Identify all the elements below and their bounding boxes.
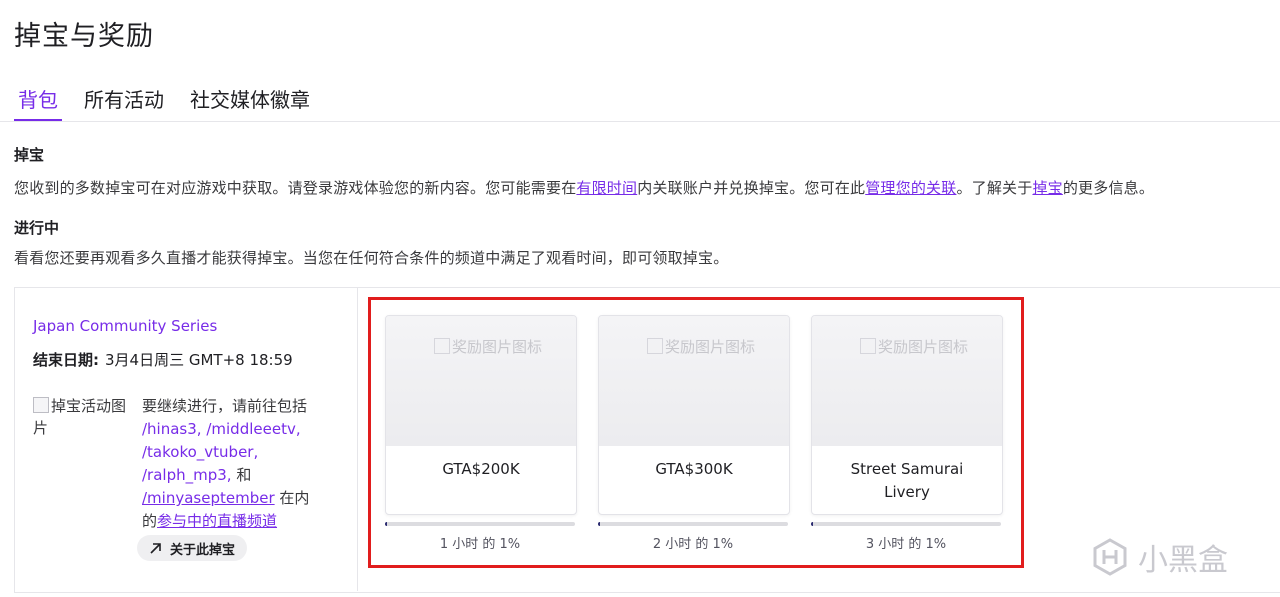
about-drop-label: 关于此掉宝 [170, 542, 236, 558]
reward-progress-fill [598, 522, 600, 526]
reward-name: GTA$300K [655, 460, 733, 478]
reward-card[interactable]: 奖励图片图标 GTA$300K [598, 315, 790, 515]
tab-inventory[interactable]: 背包 [14, 82, 62, 122]
participating-channels-link[interactable]: 参与中的直播频道 [157, 512, 277, 530]
end-date-label: 结束日期: [33, 351, 99, 369]
channel-link[interactable]: /minyaseptember [142, 489, 275, 507]
instr-mid: 在内 [274, 489, 310, 507]
reward-progress-bar [811, 522, 1001, 526]
reward-image-alt: 奖励图片图标 [452, 338, 543, 356]
reward-image: 奖励图片图标 [812, 316, 1002, 446]
reward-progress-bar [598, 522, 788, 526]
channel-link[interactable]: /hinas3, [142, 420, 202, 438]
campaign-info: Japan Community Series 结束日期: 3月4日周三 GMT+8… [14, 287, 358, 591]
xiaoheihe-logo-icon [1093, 538, 1127, 576]
manage-connections-link[interactable]: 管理您的关联 [865, 179, 956, 197]
tab-all-campaigns[interactable]: 所有活动 [80, 82, 168, 122]
instr-and: 和 [231, 466, 252, 484]
in-progress-description: 看看您还要再观看多久直播才能获得掉宝。当您在任何符合条件的频道中满足了观看时间，… [14, 249, 729, 267]
broken-image-icon [860, 338, 876, 354]
channel-link[interactable]: /middleeetv, [206, 420, 300, 438]
in-progress-heading: 进行中 [14, 219, 60, 237]
drops-desc-text-3: 。了解关于 [956, 179, 1033, 197]
broken-image-icon [647, 338, 663, 354]
reward-progress-bar [385, 522, 575, 526]
campaign-end-date: 结束日期: 3月4日周三 GMT+8 18:59 [33, 349, 293, 370]
instr-prefix: 要继续进行，请前往包括 [142, 397, 308, 415]
reward-progress-text: 1 小时 的 1% [439, 537, 521, 552]
page-title: 掉宝与奖励 [14, 21, 154, 52]
drops-desc-text-1: 您收到的多数掉宝可在对应游戏中获取。请登录游戏体验您的新内容。您可能需要在 [14, 179, 577, 197]
campaign-image: 掉宝活动图片 [33, 395, 133, 439]
arrow-up-right-icon [150, 542, 161, 554]
reward-name: Street Samurai Livery [850, 460, 964, 501]
tab-social-badges[interactable]: 社交媒体徽章 [186, 82, 314, 122]
reward-image-alt: 奖励图片图标 [665, 338, 756, 356]
drops-desc-text-4: 的更多信息。 [1062, 179, 1155, 197]
limited-time-link[interactable]: 有限时间 [576, 179, 637, 197]
channel-link[interactable]: /takoko_vtuber, [142, 443, 258, 461]
drops-heading: 掉宝 [14, 146, 45, 164]
reward-progress-text: 2 小时 的 1% [652, 537, 734, 552]
reward-image: 奖励图片图标 [386, 316, 576, 446]
drops-learn-link[interactable]: 掉宝 [1032, 179, 1062, 197]
campaign-instructions: 要继续进行，请前往包括 /hinas3, /middleeetv, /takok… [142, 395, 342, 533]
watermark-text: 小黑盒 [1138, 543, 1228, 578]
instr-de: 的 [142, 512, 158, 530]
reward-image-alt: 奖励图片图标 [878, 338, 969, 356]
reward-progress-fill [811, 522, 813, 526]
reward-name: GTA$200K [442, 460, 520, 478]
end-date-value: 3月4日周三 GMT+8 18:59 [105, 351, 293, 369]
broken-image-icon [434, 338, 450, 354]
broken-image-icon [33, 397, 49, 413]
reward-card[interactable]: 奖励图片图标 GTA$200K [385, 315, 577, 515]
drops-desc-text-2: 内关联账户并兑换掉宝。您可在此 [637, 179, 866, 197]
channel-link[interactable]: /ralph_mp3, [142, 466, 232, 484]
tab-bar: 背包 所有活动 社交媒体徽章 [14, 82, 332, 122]
reward-image: 奖励图片图标 [599, 316, 789, 446]
campaign-name-link[interactable]: Japan Community Series [33, 317, 217, 335]
drops-description: 您收到的多数掉宝可在对应游戏中获取。请登录游戏体验您的新内容。您可能需要在有限时… [14, 177, 1154, 198]
watermark: 小黑盒 [1090, 535, 1228, 579]
reward-progress-fill [385, 522, 387, 526]
tab-divider [0, 121, 1280, 122]
reward-progress-text: 3 小时 的 1% [865, 537, 947, 552]
about-drop-button[interactable]: 关于此掉宝 [137, 535, 248, 561]
reward-card[interactable]: 奖励图片图标 Street Samurai Livery [811, 315, 1003, 515]
